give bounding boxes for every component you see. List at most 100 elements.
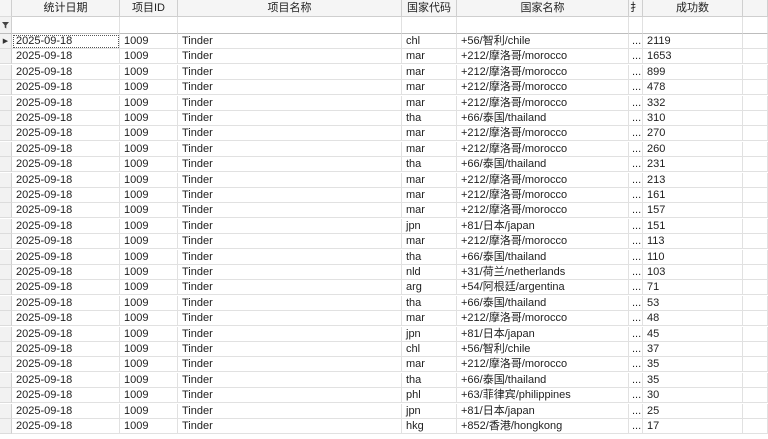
cell-success-count[interactable]: 260 [643,141,743,157]
cell-success-count[interactable]: 48 [643,311,743,327]
row-indicator[interactable] [0,280,12,296]
cell-project-name[interactable]: Tinder [178,357,402,373]
cell-truncated[interactable]: ... [629,203,643,219]
cell-date[interactable]: 2025-09-18 [12,80,120,96]
cell-date[interactable]: 2025-09-18 [12,342,120,357]
cell-project-id[interactable]: 1009 [120,49,178,65]
cell-project-id[interactable]: 1009 [120,372,178,388]
cell-country-code[interactable]: mar [402,141,457,157]
cell-country-name[interactable]: +212/摩洛哥/morocco [457,141,629,157]
cell-project-name[interactable]: Tinder [178,188,402,203]
cell-country-name[interactable]: +31/荷兰/netherlands [457,265,629,280]
cell-project-name[interactable]: Tinder [178,218,402,234]
cell-date[interactable]: 2025-09-18 [12,203,120,219]
filter-cell-country-name[interactable] [457,17,629,34]
cell-success-count[interactable]: 231 [643,157,743,173]
cell-project-id[interactable]: 1009 [120,64,178,80]
cell-country-name[interactable]: +56/智利/chile [457,34,629,49]
cell-date[interactable]: 2025-09-18 [12,49,120,65]
cell-country-code[interactable]: mar [402,126,457,142]
row-indicator[interactable] [0,203,12,219]
cell-date[interactable]: 2025-09-18 [12,95,120,111]
cell-project-name[interactable]: Tinder [178,326,402,342]
cell-success-count[interactable]: 37 [643,342,743,357]
table-row[interactable]: 2025-09-18 1009 Tinder jpn +81/日本/japan... 15… [0,218,768,234]
cell-success-count[interactable]: 332 [643,95,743,111]
cell-project-id[interactable]: 1009 [120,311,178,327]
row-indicator[interactable] [0,64,12,80]
row-indicator[interactable] [0,388,12,404]
cell-truncated[interactable]: ... [629,326,643,342]
cell-date[interactable]: 2025-09-18 [12,403,120,419]
cell-project-id[interactable]: 1009 [120,403,178,419]
cell-project-name[interactable]: Tinder [178,34,402,49]
cell-success-count[interactable]: 1653 [643,49,743,65]
table-row[interactable]: 2025-09-18 1009 Tinder chl +56/智利/chile... 37 [0,342,768,357]
cell-truncated[interactable]: ... [629,111,643,126]
cell-project-id[interactable]: 1009 [120,34,178,49]
cell-project-name[interactable]: Tinder [178,111,402,126]
cell-country-code[interactable]: chl [402,342,457,357]
cell-success-count[interactable]: 213 [643,172,743,188]
row-indicator[interactable] [0,357,12,373]
cell-truncated[interactable]: ... [629,64,643,80]
cell-date[interactable]: 2025-09-18 [12,419,120,434]
table-row[interactable]: 2025-09-18 1009 Tinder mar +212/摩洛哥/morocco.… [0,234,768,250]
row-indicator[interactable] [0,295,12,311]
cell-project-name[interactable]: Tinder [178,141,402,157]
cell-date[interactable]: 2025-09-18 [12,126,120,142]
cell-date[interactable]: 2025-09-18 [12,280,120,296]
cell-success-count[interactable]: 17 [643,419,743,434]
cell-success-count[interactable]: 25 [643,403,743,419]
cell-truncated[interactable]: ... [629,49,643,65]
cell-country-name[interactable]: +66/泰国/thailand [457,249,629,265]
table-row[interactable]: 2025-09-18 1009 Tinder mar +212/摩洛哥/morocco.… [0,188,768,203]
cell-project-id[interactable]: 1009 [120,388,178,404]
current-row-arrow-icon[interactable]: ▶ [0,34,12,49]
cell-success-count[interactable]: 53 [643,295,743,311]
cell-truncated[interactable]: ... [629,80,643,96]
table-row[interactable]: 2025-09-18 1009 Tinder nld +31/荷兰/netherland… [0,265,768,280]
data-grid[interactable]: 统计日期 项目ID 项目名称 国家代码 国家名称 扌 成功数 ▶ 2025-09-… [0,0,768,439]
table-row[interactable]: 2025-09-18 1009 Tinder mar +212/摩洛哥/morocco.… [0,126,768,142]
cell-project-name[interactable]: Tinder [178,64,402,80]
cell-date[interactable]: 2025-09-18 [12,34,120,49]
cell-truncated[interactable]: ... [629,357,643,373]
cell-country-code[interactable]: mar [402,80,457,96]
cell-truncated[interactable]: ... [629,95,643,111]
row-indicator[interactable] [0,49,12,65]
cell-success-count[interactable]: 71 [643,280,743,296]
row-indicator[interactable] [0,188,12,203]
header-corner[interactable] [0,0,12,17]
filter-cell-project-name[interactable] [178,17,402,34]
cell-project-id[interactable]: 1009 [120,188,178,203]
cell-success-count[interactable]: 45 [643,326,743,342]
table-row[interactable]: 2025-09-18 1009 Tinder phl +63/菲律宾/philippin… [0,388,768,404]
cell-project-name[interactable]: Tinder [178,203,402,219]
cell-success-count[interactable]: 35 [643,372,743,388]
cell-date[interactable]: 2025-09-18 [12,388,120,404]
cell-country-name[interactable]: +56/智利/chile [457,342,629,357]
cell-truncated[interactable]: ... [629,342,643,357]
cell-success-count[interactable]: 310 [643,111,743,126]
table-row[interactable]: 2025-09-18 1009 Tinder mar +212/摩洛哥/morocco.… [0,95,768,111]
cell-country-name[interactable]: +212/摩洛哥/morocco [457,234,629,250]
table-row[interactable]: 2025-09-18 1009 Tinder mar +212/摩洛哥/morocco.… [0,141,768,157]
cell-country-code[interactable]: mar [402,172,457,188]
cell-project-name[interactable]: Tinder [178,419,402,434]
cell-project-name[interactable]: Tinder [178,372,402,388]
table-row[interactable]: 2025-09-18 1009 Tinder arg +54/阿根廷/argentina… [0,280,768,296]
row-indicator[interactable] [0,111,12,126]
cell-date[interactable]: 2025-09-18 [12,357,120,373]
table-row[interactable]: 2025-09-18 1009 Tinder jpn +81/日本/japan... 25 [0,403,768,419]
cell-country-name[interactable]: +212/摩洛哥/morocco [457,95,629,111]
cell-project-name[interactable]: Tinder [178,265,402,280]
cell-project-id[interactable]: 1009 [120,218,178,234]
row-indicator[interactable] [0,218,12,234]
cell-project-id[interactable]: 1009 [120,157,178,173]
cell-success-count[interactable]: 157 [643,203,743,219]
cell-country-name[interactable]: +66/泰国/thailand [457,372,629,388]
cell-project-name[interactable]: Tinder [178,126,402,142]
cell-truncated[interactable]: ... [629,403,643,419]
cell-country-name[interactable]: +63/菲律宾/philippines [457,388,629,404]
